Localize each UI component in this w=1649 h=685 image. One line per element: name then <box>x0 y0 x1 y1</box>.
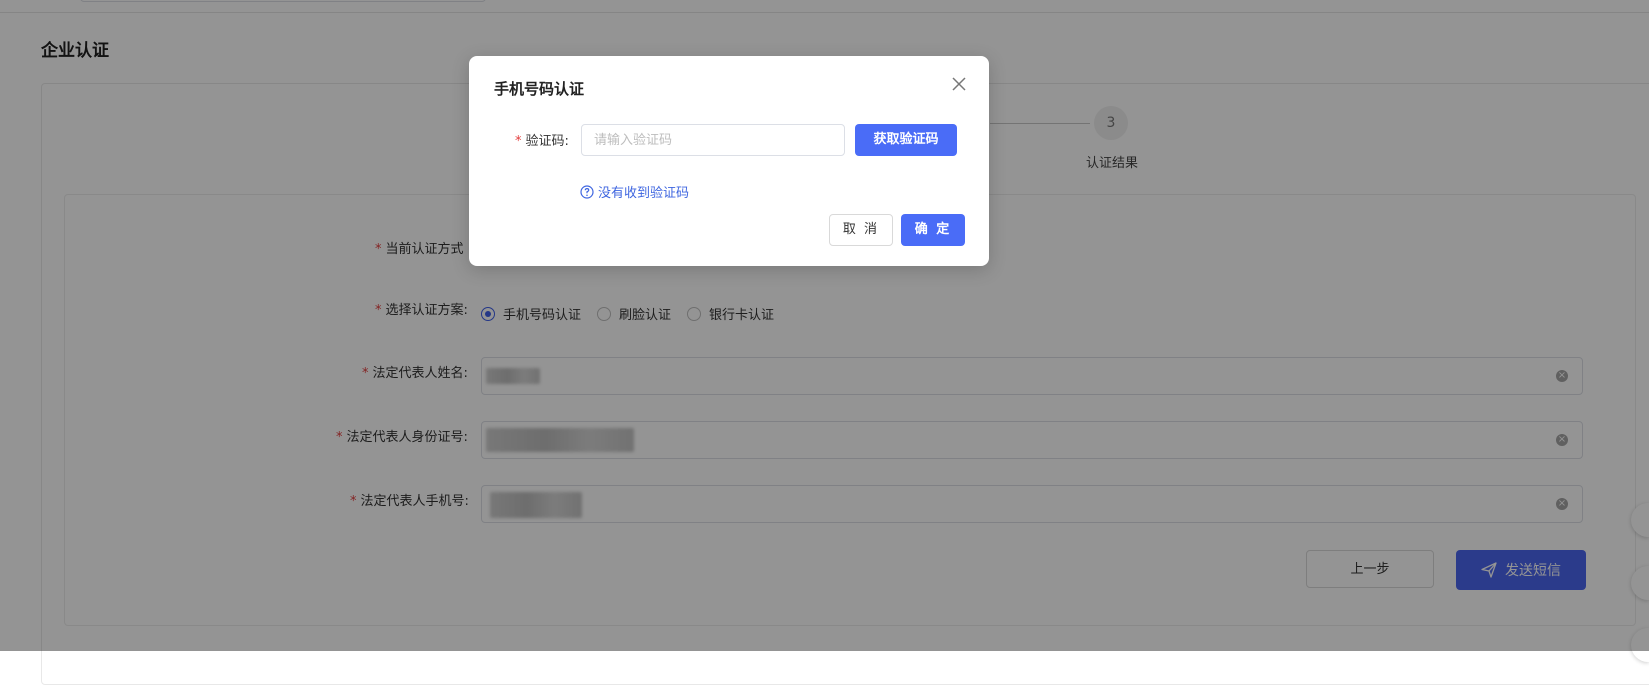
help-link-text: 没有收到验证码 <box>598 186 690 201</box>
no-code-help-link[interactable]: 没有收到验证码 <box>580 182 689 201</box>
required-mark: * <box>515 134 522 149</box>
close-icon[interactable] <box>951 76 967 92</box>
dialog-title: 手机号码认证 <box>494 80 585 98</box>
confirm-button[interactable]: 确 定 <box>901 214 965 246</box>
question-circle-icon <box>580 184 594 199</box>
cancel-button[interactable]: 取 消 <box>829 214 893 246</box>
get-code-button[interactable]: 获取验证码 <box>855 124 957 156</box>
code-label: * 验证码: <box>515 134 569 149</box>
phone-verify-dialog: 手机号码认证 *验证码: 获取验证码 没有收到验证码 取 消 确 定 <box>469 56 989 266</box>
verification-code-input[interactable] <box>581 124 845 156</box>
